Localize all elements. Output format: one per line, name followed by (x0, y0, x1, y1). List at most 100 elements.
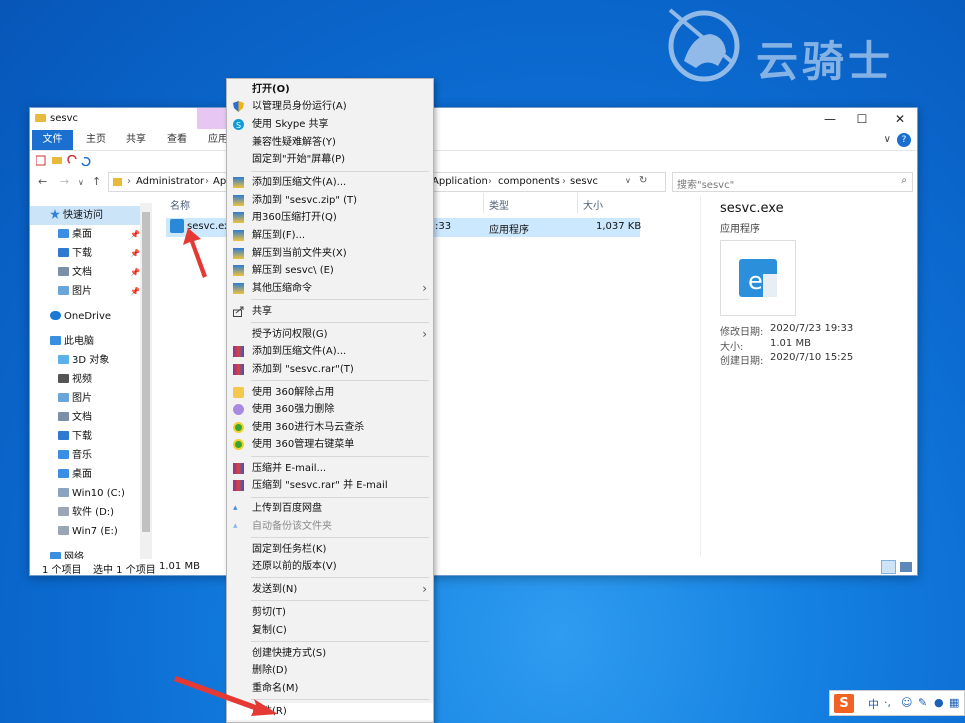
menu-share[interactable]: 共享 (227, 303, 433, 320)
nav-pictures-pc[interactable]: 图片 (30, 389, 140, 408)
menu-copy[interactable]: 复制(C) (227, 622, 433, 639)
forward-arrow-icon[interactable]: → (60, 175, 69, 188)
search-icon[interactable]: ⌕ (901, 175, 907, 186)
pin-icon[interactable]: 📌 (130, 244, 140, 263)
annotation-arrow-file (183, 228, 207, 278)
column-name[interactable]: 名称 (170, 197, 190, 212)
pen-icon[interactable]: ✎ (918, 696, 927, 709)
menu-360-manage[interactable]: 使用 360管理右键菜单 (227, 436, 433, 453)
sogou-logo-icon[interactable]: S (834, 694, 854, 713)
collapse-ribbon-icon[interactable]: ∨ (884, 134, 891, 145)
menu-label: 固定到"开始"屏幕(P) (252, 154, 346, 165)
nav-network[interactable]: 网络 (30, 548, 140, 559)
nav-desktop-pc[interactable]: 桌面 (30, 465, 140, 484)
nav-documents-pc[interactable]: 文档 (30, 408, 140, 427)
nav-drive-e[interactable]: Win7 (E:) (30, 522, 140, 541)
nav-pictures[interactable]: 图片 📌 (30, 282, 140, 301)
microphone-icon[interactable]: ● (934, 696, 944, 709)
menu-restore-versions[interactable]: 还原以前的版本(V) (227, 558, 433, 575)
menu-compat-troubleshoot[interactable]: 兼容性疑难解答(Y) (227, 134, 433, 151)
baidu-cloud-icon: ▴ (233, 521, 238, 531)
menu-pin-start[interactable]: 固定到"开始"屏幕(P) (227, 151, 433, 168)
tab-file[interactable]: 文件 (32, 130, 73, 150)
menu-create-shortcut[interactable]: 创建快捷方式(S) (227, 645, 433, 662)
nav-documents[interactable]: 文档 📌 (30, 263, 140, 282)
tab-share[interactable]: 共享 (126, 130, 146, 150)
menu-compress-email[interactable]: 压缩并 E-mail... (227, 460, 433, 477)
maximize-button[interactable]: ☐ (845, 109, 879, 129)
breadcrumb-sesvc[interactable]: sesvc (570, 176, 598, 187)
up-arrow-icon[interactable]: ↑ (92, 175, 101, 188)
minimize-button[interactable]: — (813, 109, 847, 129)
recent-dropdown-icon[interactable]: ∨ (78, 178, 84, 187)
pin-icon[interactable]: 📌 (130, 263, 140, 282)
drive-icon (58, 526, 69, 535)
menu-winrar-add-named[interactable]: 添加到 "sesvc.rar"(T) (227, 361, 433, 378)
compress-360-icon (233, 283, 244, 294)
menu-extract-here[interactable]: 解压到当前文件夹(X) (227, 245, 433, 262)
nav-music[interactable]: 音乐 (30, 446, 140, 465)
menu-other-compress[interactable]: 其他压缩命令 › (227, 280, 433, 297)
nav-this-pc[interactable]: 此电脑 (30, 332, 140, 351)
back-arrow-icon[interactable]: ← (38, 175, 47, 188)
close-button[interactable]: ✕ (883, 109, 917, 129)
menu-360-unlock[interactable]: 使用 360解除占用 (227, 384, 433, 401)
tab-app[interactable]: 应用 (208, 130, 228, 150)
nav-onedrive[interactable]: OneDrive (30, 307, 140, 326)
menu-run-as-admin[interactable]: 以管理员身份运行(A) (227, 98, 433, 115)
emoji-icon[interactable]: ☺ (901, 696, 912, 709)
tab-home[interactable]: 主页 (86, 130, 106, 150)
nav-downloads-pc[interactable]: 下载 (30, 427, 140, 446)
menu-360-force-delete[interactable]: 使用 360强力删除 (227, 401, 433, 418)
menu-open-360[interactable]: 用360压缩打开(Q) (227, 209, 433, 226)
menu-skype-share[interactable]: S 使用 Skype 共享 (227, 116, 433, 133)
ime-language-toggle[interactable]: 中 (868, 696, 879, 712)
menu-cut[interactable]: 剪切(T) (227, 604, 433, 621)
nav-quick-access[interactable]: 快速访问 (30, 206, 140, 225)
menu-add-zip[interactable]: 添加到 "sesvc.zip" (T) (227, 192, 433, 209)
large-icons-view-icon[interactable] (900, 562, 912, 572)
menu-add-archive-360[interactable]: 添加到压缩文件(A)... (227, 174, 433, 191)
column-divider[interactable] (577, 193, 578, 213)
breadcrumb-application[interactable]: Application (432, 176, 488, 187)
menu-send-to[interactable]: 发送到(N) › (227, 581, 433, 598)
menu-label: 添加到 "sesvc.rar"(T) (252, 364, 354, 375)
grid-menu-icon[interactable]: ▦ (949, 696, 959, 709)
menu-pin-taskbar[interactable]: 固定到任务栏(K) (227, 541, 433, 558)
nav-3d-objects[interactable]: 3D 对象 (30, 351, 140, 370)
quick-access-toolbar (30, 150, 917, 169)
details-view-icon[interactable] (881, 560, 896, 574)
column-size[interactable]: 大小 (583, 197, 603, 212)
menu-baidu-backup[interactable]: ▴ 自动备份该文件夹 (227, 518, 433, 535)
menu-extract-to[interactable]: 解压到(F)... (227, 227, 433, 244)
breadcrumb-administrator[interactable]: Administrator (136, 176, 204, 187)
column-type[interactable]: 类型 (489, 197, 509, 212)
quick-access-icons[interactable] (36, 155, 96, 166)
nav-drive-d[interactable]: 软件 (D:) (30, 503, 140, 522)
tab-view[interactable]: 查看 (167, 130, 187, 150)
nav-downloads[interactable]: 下载 📌 (30, 244, 140, 263)
menu-give-access[interactable]: 授予访问权限(G) › (227, 326, 433, 343)
status-bar: 1 个项目 选中 1 个项目 1.01 MB (30, 559, 917, 576)
help-icon[interactable]: ? (897, 133, 911, 147)
nav-desktop[interactable]: 桌面 📌 (30, 225, 140, 244)
menu-open[interactable]: 打开(O) (227, 81, 433, 98)
nav-scrollbar-thumb[interactable] (142, 212, 150, 532)
network-icon (50, 552, 61, 559)
refresh-icon[interactable]: ↻ (639, 175, 647, 186)
breadcrumb-components[interactable]: components (498, 176, 560, 187)
nav-drive-c[interactable]: Win10 (C:) (30, 484, 140, 503)
pin-icon[interactable]: 📌 (130, 282, 140, 301)
pin-icon[interactable]: 📌 (130, 225, 140, 244)
address-dropdown-icon[interactable]: ∨ (625, 176, 631, 185)
menu-extract-sesvc[interactable]: 解压到 sesvc\ (E) (227, 262, 433, 279)
nav-videos[interactable]: 视频 (30, 370, 140, 389)
menu-winrar-add[interactable]: 添加到压缩文件(A)... (227, 343, 433, 360)
menu-360-trojan-scan[interactable]: 使用 360进行木马云查杀 (227, 419, 433, 436)
search-input[interactable]: 搜索"sesvc" ⌕ (672, 172, 913, 192)
menu-baidu-upload[interactable]: ▴ 上传到百度网盘 (227, 500, 433, 517)
breadcrumb-ap[interactable]: Ap (213, 176, 226, 187)
column-divider[interactable] (483, 193, 484, 213)
menu-compress-rar-email[interactable]: 压缩到 "sesvc.rar" 并 E-mail (227, 477, 433, 494)
punctuation-icon[interactable]: ·, (884, 696, 891, 709)
